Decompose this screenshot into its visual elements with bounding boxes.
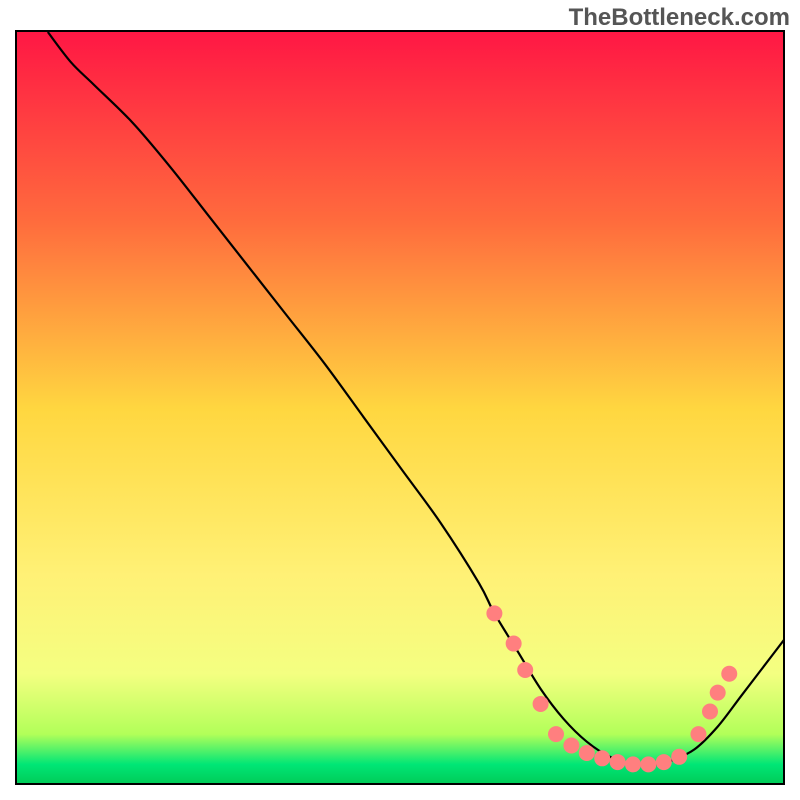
- chart-container: TheBottleneck.com: [0, 0, 800, 800]
- watermark-label: TheBottleneck.com: [569, 4, 790, 32]
- highlight-dot: [506, 636, 522, 652]
- highlight-dot: [625, 756, 641, 772]
- plot-area: [15, 30, 785, 785]
- highlight-dots-layer: [17, 32, 785, 785]
- highlight-dot: [721, 666, 737, 682]
- highlight-dot: [690, 726, 706, 742]
- highlight-dot: [486, 605, 502, 621]
- highlight-dot: [710, 685, 726, 701]
- highlight-dot: [517, 662, 533, 678]
- highlight-dot: [594, 750, 610, 766]
- highlight-dot: [671, 749, 687, 765]
- highlight-dot: [533, 696, 549, 712]
- highlight-dot: [656, 754, 672, 770]
- highlight-dot: [610, 754, 626, 770]
- highlight-dot: [579, 745, 595, 761]
- highlight-dot: [563, 737, 579, 753]
- highlight-dot: [548, 726, 564, 742]
- highlight-dot: [640, 756, 656, 772]
- highlight-dot: [702, 704, 718, 720]
